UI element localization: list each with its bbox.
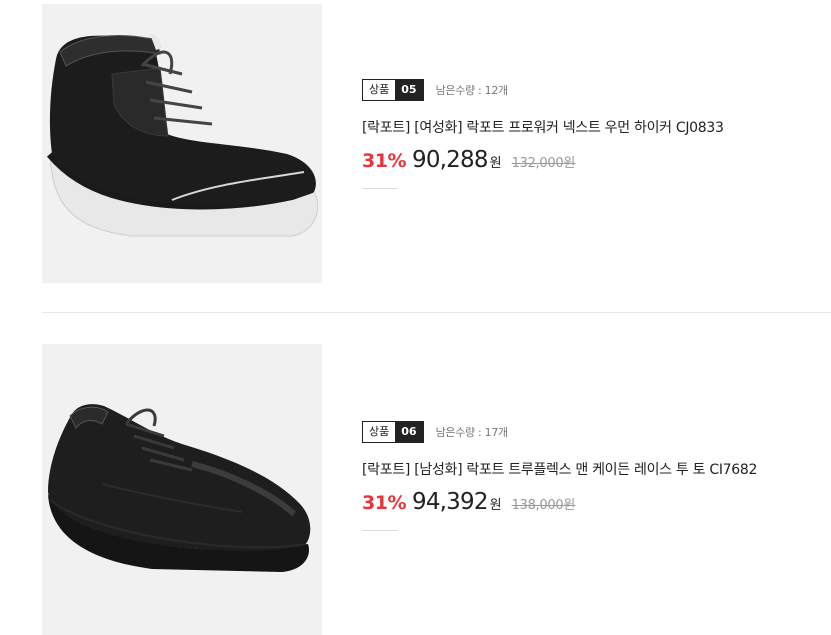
- price-row: 31% 94,392 원 138,000 원: [362, 489, 757, 515]
- badge-label: 상품: [363, 422, 396, 442]
- sale-price: 90,288: [411, 147, 488, 173]
- product-info: 상품 05 남은수량 : 12개 [락포트] [여성화] 락포트 프로워커 넥스…: [362, 78, 724, 189]
- original-price: 138,000: [511, 498, 564, 513]
- sale-price: 94,392: [411, 489, 488, 515]
- hiker-boot-image: [46, 33, 319, 237]
- stock-remaining: 남은수량 : 12개: [435, 84, 509, 97]
- product-card[interactable]: 상품 05 남은수량 : 12개 [락포트] [여성화] 락포트 프로워커 넥스…: [0, 0, 831, 300]
- product-title[interactable]: [락포트] [남성화] 락포트 트루플렉스 맨 케이든 레이스 투 토 CI76…: [362, 459, 757, 479]
- original-currency: 원: [563, 498, 576, 513]
- product-badge: 상품 06: [362, 421, 424, 443]
- lace-up-shoe-image: [48, 404, 311, 572]
- badge-number: 05: [395, 80, 423, 100]
- sale-currency: 원: [489, 156, 502, 171]
- product-card[interactable]: 상품 06 남은수량 : 17개 [락포트] [남성화] 락포트 트루플렉스 맨…: [0, 344, 831, 635]
- product-image[interactable]: [42, 344, 322, 635]
- badge-number: 06: [395, 422, 423, 442]
- badge-label: 상품: [363, 80, 396, 100]
- product-divider: [42, 312, 831, 313]
- product-title[interactable]: [락포트] [여성화] 락포트 프로워커 넥스트 우먼 하이커 CJ0833: [362, 117, 724, 137]
- sale-currency: 원: [489, 498, 502, 513]
- product-image[interactable]: [42, 4, 322, 283]
- product-info: 상품 06 남은수량 : 17개 [락포트] [남성화] 락포트 트루플렉스 맨…: [362, 420, 757, 531]
- info-underline: [362, 530, 398, 531]
- discount-rate: 31%: [362, 492, 406, 514]
- original-price: 132,000: [511, 156, 564, 171]
- info-underline: [362, 188, 398, 189]
- stock-remaining: 남은수량 : 17개: [435, 426, 509, 439]
- original-currency: 원: [563, 156, 576, 171]
- price-row: 31% 90,288 원 132,000 원: [362, 147, 724, 173]
- product-badge: 상품 05: [362, 79, 424, 101]
- discount-rate: 31%: [362, 150, 406, 172]
